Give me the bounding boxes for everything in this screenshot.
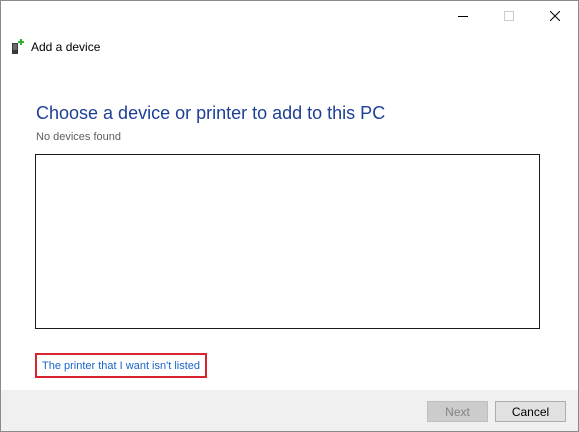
window-header: Add a device (11, 37, 100, 57)
close-icon (550, 11, 560, 21)
add-device-window: Add a device Choose a device or printer … (0, 0, 579, 432)
page-heading: Choose a device or printer to add to thi… (36, 103, 386, 123)
device-search-status: No devices found (36, 131, 121, 143)
close-button[interactable] (532, 1, 578, 31)
minimize-icon (458, 11, 468, 21)
device-list[interactable] (35, 154, 540, 329)
next-button[interactable]: Next (427, 401, 488, 422)
minimize-button[interactable] (440, 1, 486, 31)
title-bar (1, 1, 578, 31)
cancel-button[interactable]: Cancel (495, 401, 566, 422)
window-title: Add a device (31, 40, 101, 54)
maximize-icon (504, 11, 514, 21)
maximize-button (486, 1, 532, 31)
dialog-footer: Next Cancel (1, 390, 578, 431)
add-device-icon (11, 39, 25, 55)
printer-not-listed-link[interactable]: The printer that I want isn't listed (35, 353, 208, 378)
